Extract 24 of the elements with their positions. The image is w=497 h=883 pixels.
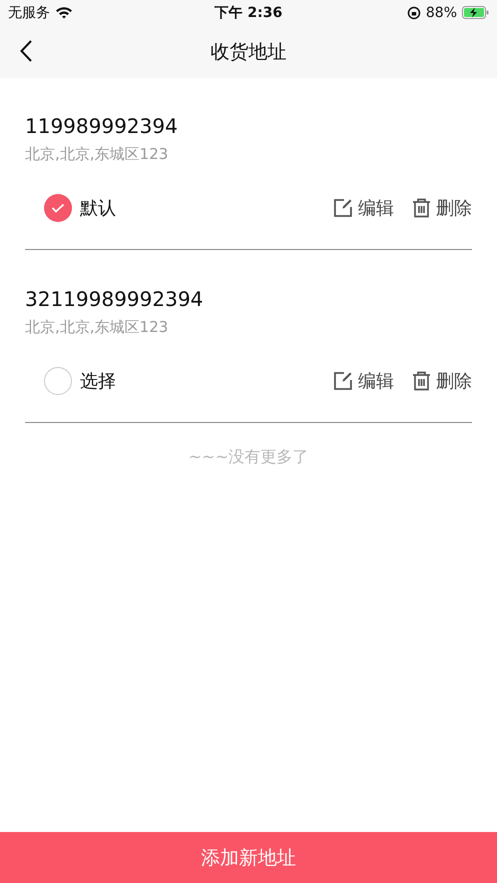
trash-icon [412, 371, 431, 391]
edit-icon [333, 371, 353, 391]
check-icon [51, 203, 65, 213]
wifi-icon [55, 6, 73, 19]
rotation-lock-icon [406, 6, 421, 20]
battery-charging-icon [462, 6, 490, 19]
battery-text: 88% [426, 4, 458, 20]
phone-number: 32119989992394 [25, 287, 204, 311]
page-title: 收货地址 [210, 40, 286, 64]
edit-button[interactable]: 编辑 [333, 369, 394, 393]
edit-icon [333, 198, 353, 218]
delete-button[interactable]: 删除 [412, 369, 472, 393]
end-of-list-text: ~~~没有更多了 [187, 447, 310, 467]
carrier-text: 无服务 [8, 4, 50, 22]
select-radio[interactable]: 选择 [44, 367, 116, 395]
clock-text: 下午 2:36 [214, 4, 282, 22]
back-icon [20, 40, 32, 62]
trash-icon [412, 198, 431, 218]
select-radio[interactable]: 默认 [44, 194, 116, 222]
address-text: 北京,北京,东城区123 [25, 144, 170, 164]
phone-number: 119989992394 [25, 114, 179, 138]
edit-button[interactable]: 编辑 [333, 196, 394, 220]
delete-button[interactable]: 删除 [412, 196, 472, 220]
address-text: 北京,北京,东城区123 [25, 317, 170, 337]
